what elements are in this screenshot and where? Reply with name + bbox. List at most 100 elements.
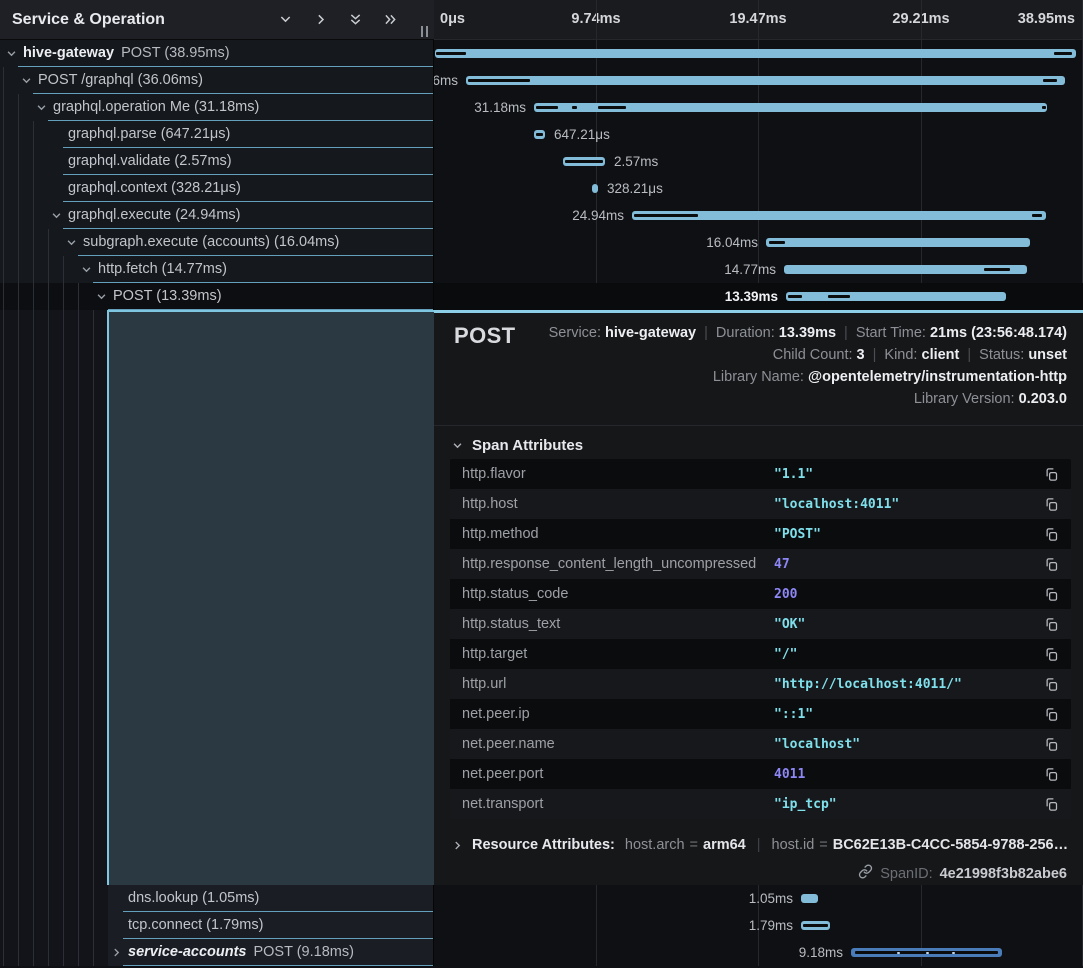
copy-icon[interactable]	[1044, 707, 1059, 722]
span-name-cell[interactable]: hive-gatewayPOST (38.95ms)	[0, 40, 434, 67]
span-bar[interactable]	[786, 292, 1006, 301]
link-icon[interactable]	[858, 864, 873, 883]
chevron-down-icon[interactable]	[36, 102, 53, 113]
span-bar[interactable]	[801, 921, 830, 930]
span-bar[interactable]	[534, 103, 1047, 112]
attribute-row: http.flavor"1.1"	[450, 459, 1071, 489]
span-name-cell[interactable]: http.fetch (14.77ms)	[0, 256, 434, 283]
attribute-row: http.host"localhost:4011"	[450, 489, 1071, 519]
duration-label: 647.21μs	[554, 121, 610, 148]
chevron-down-icon[interactable]	[51, 210, 68, 221]
copy-icon[interactable]	[1044, 557, 1059, 572]
double-chevron-right-icon[interactable]	[383, 12, 398, 27]
trace-row[interactable]: POST /graphql (36.06ms)36.06ms	[0, 67, 1083, 94]
chevron-down-icon[interactable]	[21, 75, 38, 86]
span-name-cell[interactable]: service-accountsPOST (9.18ms)	[0, 939, 434, 966]
chevron-down-icon[interactable]	[96, 291, 113, 302]
operation-name: graphql.context (328.21μs)	[68, 175, 241, 201]
span-bar[interactable]	[466, 76, 1065, 85]
span-name-cell[interactable]: graphql.context (328.21μs)	[0, 175, 434, 202]
span-name-cell[interactable]: tcp.connect (1.79ms)	[0, 912, 434, 939]
chevron-down-icon[interactable]	[66, 237, 83, 248]
trace-row[interactable]: tcp.connect (1.79ms)1.79ms	[0, 912, 1083, 939]
span-name-cell[interactable]: graphql.execute (24.94ms)	[0, 202, 434, 229]
span-bar[interactable]	[534, 130, 545, 139]
span-name-cell[interactable]: POST (13.39ms)	[0, 283, 434, 310]
timeline-tick: 38.95ms	[1018, 0, 1075, 39]
chevron-down-icon[interactable]	[278, 12, 293, 27]
copy-icon[interactable]	[1044, 497, 1059, 512]
span-name: tcp.connect (1.79ms)	[0, 912, 433, 938]
copy-icon[interactable]	[1044, 587, 1059, 602]
span-bar[interactable]	[784, 265, 1027, 274]
chevron-right-icon[interactable]	[452, 840, 463, 851]
trace-row[interactable]: dns.lookup (1.05ms)1.05ms	[0, 885, 1083, 912]
trace-row[interactable]: POST (13.39ms)13.39ms	[0, 283, 1083, 310]
meta-label: Child Count:	[773, 347, 857, 363]
span-name-cell[interactable]: dns.lookup (1.05ms)	[0, 885, 434, 912]
copy-icon[interactable]	[1044, 737, 1059, 752]
chevron-down-icon[interactable]	[6, 48, 23, 59]
span-name-cell[interactable]: POST /graphql (36.06ms)	[0, 67, 434, 94]
selected-span-region[interactable]	[107, 310, 434, 885]
trace-row[interactable]: graphql.context (328.21μs)328.21μs	[0, 175, 1083, 202]
left-panel-header: Service & Operation	[0, 0, 434, 40]
meta-label: Status:	[979, 347, 1028, 363]
duration-label: 24.94ms	[572, 202, 624, 229]
span-meta-line: Child Count: 3|Kind: client|Status: unse…	[549, 344, 1067, 366]
span-bar-cell: 647.21μs	[434, 121, 1083, 148]
span-name-cell[interactable]: subgraph.execute (accounts) (16.04ms)	[0, 229, 434, 256]
span-id-value: 4e21998f3b82abe6	[940, 866, 1067, 882]
span-name: subgraph.execute (accounts) (16.04ms)	[0, 229, 433, 255]
span-bar[interactable]	[563, 157, 605, 166]
span-name-cell[interactable]: graphql.parse (647.21μs)	[0, 121, 434, 148]
child-span-mark	[897, 952, 900, 955]
chevron-right-icon[interactable]	[313, 12, 328, 27]
attribute-key: net.peer.ip	[462, 706, 774, 722]
span-name: POST (13.39ms)	[0, 283, 433, 309]
copy-icon[interactable]	[1044, 527, 1059, 542]
span-name: graphql.execute (24.94ms)	[0, 202, 433, 228]
indent-guide	[3, 310, 4, 885]
span-bar[interactable]	[766, 238, 1030, 247]
timeline-tick: 19.47ms	[729, 0, 786, 39]
span-name-cell[interactable]: graphql.operation Me (31.18ms)	[0, 94, 434, 121]
span-meta-line: Library Name: @opentelemetry/instrumenta…	[549, 366, 1067, 388]
trace-row[interactable]: http.fetch (14.77ms)14.77ms	[0, 256, 1083, 283]
copy-icon[interactable]	[1044, 647, 1059, 662]
span-bar-cell: 24.94ms	[434, 202, 1083, 229]
span-name: graphql.parse (647.21μs)	[0, 121, 433, 147]
service-operation-title: Service & Operation	[12, 0, 165, 39]
resource-attributes-title[interactable]: Resource Attributes:	[472, 837, 615, 853]
span-name: dns.lookup (1.05ms)	[0, 885, 433, 911]
trace-row[interactable]: graphql.execute (24.94ms) 24.94ms	[0, 202, 1083, 229]
span-bar[interactable]	[632, 211, 1046, 220]
attribute-value: "http://localhost:4011/"	[774, 677, 1044, 692]
trace-row[interactable]: service-accountsPOST (9.18ms)9.18ms	[0, 939, 1083, 966]
resource-attributes-row: Resource Attributes: host.arch=arm64|hos…	[452, 837, 1068, 853]
chevron-right-icon[interactable]	[111, 947, 128, 958]
trace-row[interactable]: subgraph.execute (accounts) (16.04ms)16.…	[0, 229, 1083, 256]
duration-label: 2.57ms	[614, 148, 658, 175]
trace-row[interactable]: graphql.parse (647.21μs) 647.21μs	[0, 121, 1083, 148]
span-name: hive-gatewayPOST (38.95ms)	[0, 40, 433, 66]
span-bar[interactable]	[851, 948, 1002, 957]
copy-icon[interactable]	[1044, 617, 1059, 632]
span-bar[interactable]	[801, 894, 818, 903]
trace-row[interactable]: graphql.operation Me (31.18ms)31.18ms	[0, 94, 1083, 121]
trace-row[interactable]: graphql.validate (2.57ms) 2.57ms	[0, 148, 1083, 175]
span-attributes-header[interactable]: Span Attributes	[452, 437, 583, 454]
attribute-row: http.status_code200	[450, 579, 1071, 609]
copy-icon[interactable]	[1044, 467, 1059, 482]
span-bar[interactable]	[592, 184, 598, 193]
copy-icon[interactable]	[1044, 797, 1059, 812]
double-chevron-down-icon[interactable]	[348, 12, 363, 27]
copy-icon[interactable]	[1044, 767, 1059, 782]
span-bar[interactable]	[435, 49, 1076, 58]
chevron-down-icon[interactable]	[81, 264, 98, 275]
attribute-row: http.method"POST"	[450, 519, 1071, 549]
copy-icon[interactable]	[1044, 677, 1059, 692]
trace-row[interactable]: hive-gatewayPOST (38.95ms)38.95ms	[0, 40, 1083, 67]
span-name-cell[interactable]: graphql.validate (2.57ms)	[0, 148, 434, 175]
panel-resize-handle[interactable]	[421, 26, 428, 37]
